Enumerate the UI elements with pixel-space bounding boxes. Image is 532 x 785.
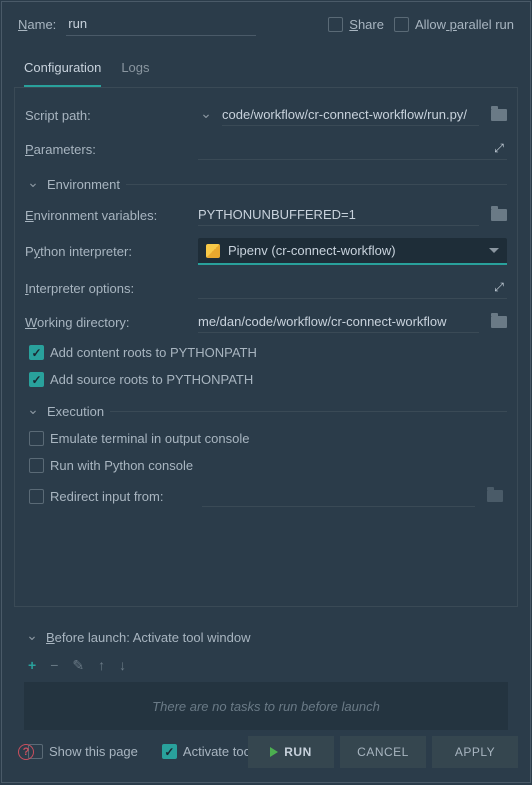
chevron-down-icon [489, 248, 499, 253]
checkbox-icon [394, 17, 409, 32]
run-with-console-checkbox[interactable]: Run with Python console [29, 458, 193, 473]
emulate-terminal-checkbox[interactable]: Emulate terminal in output console [29, 431, 249, 446]
checkbox-icon [29, 372, 44, 387]
emulate-terminal-label: Emulate terminal in output console [50, 431, 249, 446]
redirect-input-checkbox[interactable]: Redirect input from: [29, 489, 194, 504]
chevron-down-icon [25, 403, 41, 419]
checkbox-icon [29, 431, 44, 446]
edit-task-icon[interactable]: ✎ [72, 657, 84, 674]
execution-section[interactable]: Execution [25, 393, 507, 425]
expand-icon[interactable] [491, 141, 507, 157]
folder-icon[interactable] [491, 209, 507, 221]
cancel-button[interactable]: CANCEL [340, 736, 426, 768]
move-down-icon[interactable]: ↓ [119, 657, 126, 674]
execution-label: Execution [47, 404, 104, 419]
env-vars-label: Environment variables: [25, 208, 190, 223]
expand-icon[interactable] [491, 280, 507, 296]
checkbox-icon [328, 17, 343, 32]
chevron-down-icon [25, 176, 41, 192]
run-button[interactable]: RUN [248, 736, 334, 768]
name-label: Name: [18, 17, 56, 32]
parameters-label: Parameters: [25, 142, 190, 157]
script-path-value: /code/workflow/cr-connect-workflow/run.p… [222, 107, 479, 122]
config-panel: Script path: /code/workflow/cr-connect-w… [14, 87, 518, 607]
name-input[interactable] [66, 12, 256, 36]
allow-parallel-label: Allow parallel run [415, 17, 514, 32]
working-dir-field[interactable]: me/dan/code/workflow/cr-connect-workflow [198, 311, 479, 333]
divider [110, 411, 507, 412]
working-dir-label: Working directory: [25, 315, 190, 330]
before-launch-label: Before launch: Activate tool window [46, 630, 251, 645]
python-icon [206, 244, 220, 258]
checkbox-icon [29, 489, 44, 504]
divider [126, 184, 507, 185]
checkbox-icon [29, 345, 44, 360]
folder-icon[interactable] [491, 316, 507, 328]
apply-button[interactable]: APPLY [432, 736, 518, 768]
python-interp-label: Python interpreter: [25, 244, 190, 259]
folder-icon[interactable] [491, 109, 507, 121]
before-launch-section[interactable]: Before launch: Activate tool window [24, 625, 508, 649]
remove-task-icon[interactable]: − [50, 657, 58, 674]
before-launch-tasks: There are no tasks to run before launch [24, 682, 508, 730]
run-with-console-label: Run with Python console [50, 458, 193, 473]
folder-icon[interactable] [487, 490, 503, 502]
play-icon [270, 747, 278, 757]
env-vars-value: PYTHONUNBUFFERED=1 [198, 207, 479, 222]
move-up-icon[interactable]: ↑ [98, 657, 105, 674]
tab-logs[interactable]: Logs [121, 54, 149, 87]
environment-label: Environment [47, 177, 120, 192]
redirect-input-field[interactable] [202, 485, 475, 507]
add-source-roots-checkbox[interactable]: Add source roots to PYTHONPATH [29, 372, 253, 387]
add-source-roots-label: Add source roots to PYTHONPATH [50, 372, 253, 387]
checkbox-icon [29, 458, 44, 473]
share-label: Share [349, 17, 384, 32]
python-interp-value: Pipenv (cr-connect-workflow) [228, 243, 481, 258]
chevron-down-icon[interactable] [198, 107, 214, 123]
empty-tasks-text: There are no tasks to run before launch [152, 699, 380, 714]
redirect-input-label: Redirect input from: [50, 489, 163, 504]
python-interp-dropdown[interactable]: Pipenv (cr-connect-workflow) [198, 238, 507, 265]
run-button-label: RUN [284, 745, 312, 759]
interp-options-field[interactable] [198, 277, 507, 299]
script-path-label: Script path: [25, 108, 190, 123]
allow-parallel-checkbox[interactable]: Allow parallel run [394, 17, 514, 32]
help-icon[interactable]: ? [18, 744, 34, 760]
script-path-field[interactable]: /code/workflow/cr-connect-workflow/run.p… [222, 104, 479, 126]
environment-section[interactable]: Environment [25, 166, 507, 198]
env-vars-field[interactable]: PYTHONUNBUFFERED=1 [198, 204, 479, 226]
interp-options-label: Interpreter options: [25, 281, 190, 296]
chevron-down-icon [24, 629, 40, 645]
share-checkbox[interactable]: Share [328, 17, 384, 32]
parameters-field[interactable] [198, 138, 507, 160]
working-dir-value: me/dan/code/workflow/cr-connect-workflow [198, 314, 479, 329]
add-content-roots-label: Add content roots to PYTHONPATH [50, 345, 257, 360]
add-task-icon[interactable]: + [28, 657, 36, 674]
add-content-roots-checkbox[interactable]: Add content roots to PYTHONPATH [29, 345, 257, 360]
tab-configuration[interactable]: Configuration [24, 54, 101, 87]
